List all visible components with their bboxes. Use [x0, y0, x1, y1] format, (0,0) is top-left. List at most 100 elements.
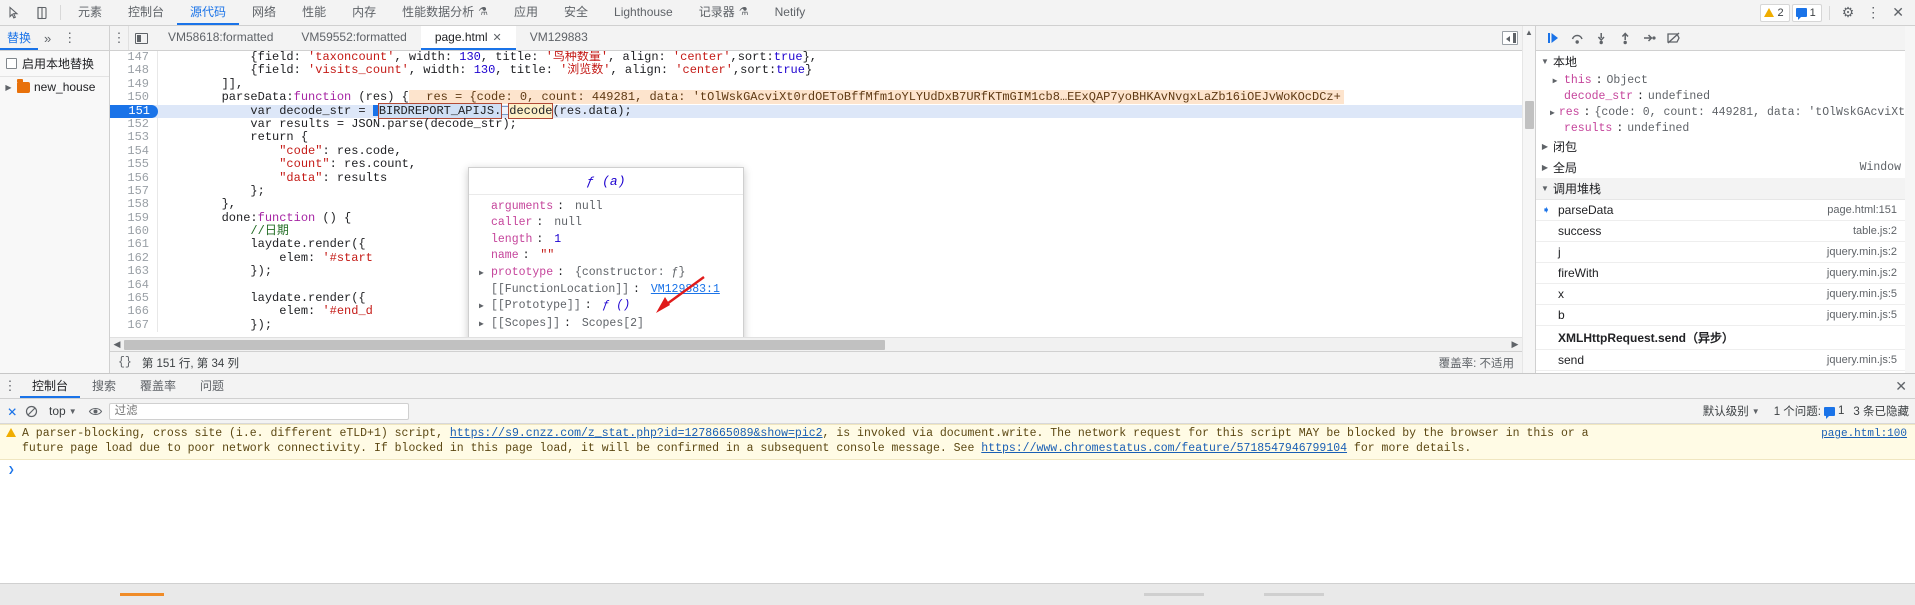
- code-line[interactable]: 157 };: [110, 184, 1522, 199]
- console-message-link[interactable]: https://www.chromestatus.com/feature/571…: [981, 442, 1347, 455]
- line-number[interactable]: 158: [110, 197, 158, 212]
- drawer-close-icon[interactable]: ✕: [1895, 374, 1915, 398]
- callstack-location[interactable]: jquery.min.js:5: [1827, 354, 1897, 366]
- line-number[interactable]: 149: [110, 77, 158, 92]
- enable-local-overrides-checkbox[interactable]: [6, 58, 17, 69]
- line-number[interactable]: 161: [110, 238, 158, 252]
- callstack-row[interactable]: fireWith jquery.min.js:2: [1536, 263, 1905, 284]
- callstack-location[interactable]: jquery.min.js:5: [1827, 288, 1897, 300]
- hovered-function-token[interactable]: decode: [508, 102, 554, 119]
- code-line[interactable]: 154 "code": res.code,: [110, 144, 1522, 159]
- callstack-location[interactable]: page.html:151: [1827, 204, 1897, 216]
- closure-section-header[interactable]: ▶ 闭包: [1536, 136, 1905, 157]
- code-line[interactable]: 163 });: [110, 264, 1522, 279]
- console-prompt[interactable]: ❯: [0, 460, 1915, 480]
- code-line[interactable]: 155 "count": res.count,: [110, 157, 1522, 172]
- scroll-right-icon[interactable]: ▶: [1508, 339, 1522, 350]
- show-navigator-icon[interactable]: [128, 26, 154, 50]
- callstack-row[interactable]: x jquery.min.js:5: [1536, 284, 1905, 305]
- hscroll-track[interactable]: [124, 339, 1508, 350]
- scope-property-row[interactable]: ▶ res: {code: 0, count: 449281, data: 'tO…: [1536, 104, 1905, 120]
- code-line-current[interactable]: 151 var decode_str = BIRDREPORT_APIJS. de…: [110, 102, 1522, 119]
- callstack-row[interactable]: XMLHttpRequest.send（异步）: [1536, 326, 1905, 350]
- enable-local-overrides-row[interactable]: 启用本地替换: [0, 51, 109, 77]
- line-number[interactable]: 163: [110, 264, 158, 279]
- scope-property-row[interactable]: decode_str: undefined: [1536, 88, 1905, 104]
- code-line[interactable]: 153 return {: [110, 130, 1522, 145]
- step-out-button[interactable]: [1614, 28, 1636, 48]
- line-number[interactable]: 151: [110, 104, 158, 118]
- code-line[interactable]: 148 {field: 'visits_count', width: 130, …: [110, 63, 1522, 78]
- scroll-up-icon[interactable]: ▲: [1525, 28, 1533, 37]
- drawer-tab-search[interactable]: 搜索: [80, 374, 128, 398]
- callstack-row[interactable]: ➧ parseData page.html:151: [1536, 200, 1905, 221]
- line-number[interactable]: 150: [110, 90, 158, 105]
- callstack-row[interactable]: send jquery.min.js:5: [1536, 350, 1905, 371]
- callstack-location[interactable]: jquery.min.js:2: [1827, 267, 1897, 279]
- chevron-right-icon[interactable]: ▶: [479, 318, 487, 331]
- scroll-left-icon[interactable]: ◀: [110, 339, 124, 350]
- panel-tab-lighthouse[interactable]: Lighthouse: [601, 0, 686, 25]
- line-number[interactable]: 165: [110, 291, 158, 306]
- code-line[interactable]: 161 laydate.render({: [110, 238, 1522, 252]
- console-filter-input[interactable]: [108, 402, 409, 420]
- popover-property-row[interactable]: arguments: null: [469, 198, 743, 214]
- console-message-source-link[interactable]: page.html:100: [1821, 427, 1907, 442]
- eye-icon[interactable]: [88, 405, 103, 418]
- line-number[interactable]: 148: [110, 63, 158, 78]
- navigator-folder-row[interactable]: ▶ new_house: [0, 77, 109, 97]
- drawer-kebab-icon[interactable]: ⋮: [0, 374, 20, 398]
- line-number[interactable]: 147: [110, 51, 158, 65]
- editor-tab-page-html[interactable]: page.html ✕: [420, 26, 516, 50]
- console-message-link[interactable]: https://s9.cnzz.com/z_stat.php?id=127866…: [450, 427, 823, 440]
- step-button[interactable]: [1638, 28, 1660, 48]
- navigator-more-tabs-icon[interactable]: »: [38, 26, 57, 50]
- console-warning-message[interactable]: page.html:100 A parser-blocking, cross s…: [0, 424, 1915, 460]
- code-line[interactable]: 159 done:function () {: [110, 211, 1522, 226]
- editor-tab-vm58618[interactable]: VM58618:formatted: [154, 26, 287, 50]
- line-number[interactable]: 152: [110, 117, 158, 132]
- code-line[interactable]: 166 elem: '#end_d: [110, 305, 1522, 319]
- panel-tab-elements[interactable]: 元素: [65, 0, 115, 25]
- line-number[interactable]: 156: [110, 171, 158, 185]
- callstack-row[interactable]: ajaxjquery.min.js:5: [1536, 371, 1905, 373]
- code-line[interactable]: 156 "data": results: [110, 171, 1522, 185]
- drawer-tab-issues[interactable]: 问题: [188, 374, 236, 398]
- callstack-section-header[interactable]: ▼ 调用堆栈: [1536, 178, 1905, 200]
- popover-property-row[interactable]: caller: null: [469, 215, 743, 231]
- selected-expression[interactable]: BIRDREPORT_APIJS.: [377, 102, 503, 119]
- inspect-cursor-icon[interactable]: [0, 0, 28, 25]
- chevron-right-icon[interactable]: ▶: [479, 300, 487, 313]
- callstack-row[interactable]: b jquery.min.js:5: [1536, 305, 1905, 326]
- console-issues-badge[interactable]: 1 个问题: 1: [1774, 403, 1844, 419]
- panel-tab-performance-insights[interactable]: 性能数据分析 ⚗: [389, 0, 501, 25]
- panel-tab-recorder[interactable]: 记录器 ⚗: [686, 0, 762, 25]
- panel-tab-sources[interactable]: 源代码: [177, 0, 240, 25]
- line-number[interactable]: 160: [110, 224, 158, 239]
- scope-property-row[interactable]: results: undefined: [1536, 120, 1905, 136]
- warning-count-badge[interactable]: 2: [1760, 3, 1790, 22]
- line-number[interactable]: 166: [110, 305, 158, 319]
- line-number[interactable]: 155: [110, 157, 158, 172]
- code-line[interactable]: 160 //日期: [110, 224, 1522, 239]
- chevron-right-icon[interactable]: ▶: [4, 83, 13, 92]
- code-editor[interactable]: 147 {field: 'taxoncount', width: 130, ti…: [110, 51, 1522, 337]
- code-line[interactable]: 162 elem: '#start: [110, 251, 1522, 266]
- console-level-selector[interactable]: 默认级别 ▼: [1698, 401, 1765, 421]
- pretty-print-icon[interactable]: {}: [118, 356, 132, 369]
- kebab-menu-icon[interactable]: ⋮: [1861, 4, 1885, 21]
- panel-tab-memory[interactable]: 内存: [339, 0, 389, 25]
- navigator-kebab-icon[interactable]: ⋮: [57, 26, 82, 50]
- chevron-right-icon[interactable]: ▶: [1550, 76, 1560, 86]
- vscroll-thumb[interactable]: [1524, 101, 1534, 129]
- panel-tab-performance[interactable]: 性能: [289, 0, 339, 25]
- console-output[interactable]: page.html:100 A parser-blocking, cross s…: [0, 424, 1915, 605]
- clear-console-icon[interactable]: [6, 405, 19, 418]
- gear-icon[interactable]: ⚙: [1837, 4, 1860, 21]
- editor-horizontal-scrollbar[interactable]: ◀ ▶: [110, 337, 1522, 351]
- panel-tab-console[interactable]: 控制台: [115, 0, 177, 25]
- code-line[interactable]: 158 },: [110, 197, 1522, 212]
- callstack-location[interactable]: jquery.min.js:5: [1827, 309, 1897, 321]
- step-into-button[interactable]: [1590, 28, 1612, 48]
- popover-property-row[interactable]: ▶ [[Scopes]]: Scopes[2]: [469, 315, 743, 332]
